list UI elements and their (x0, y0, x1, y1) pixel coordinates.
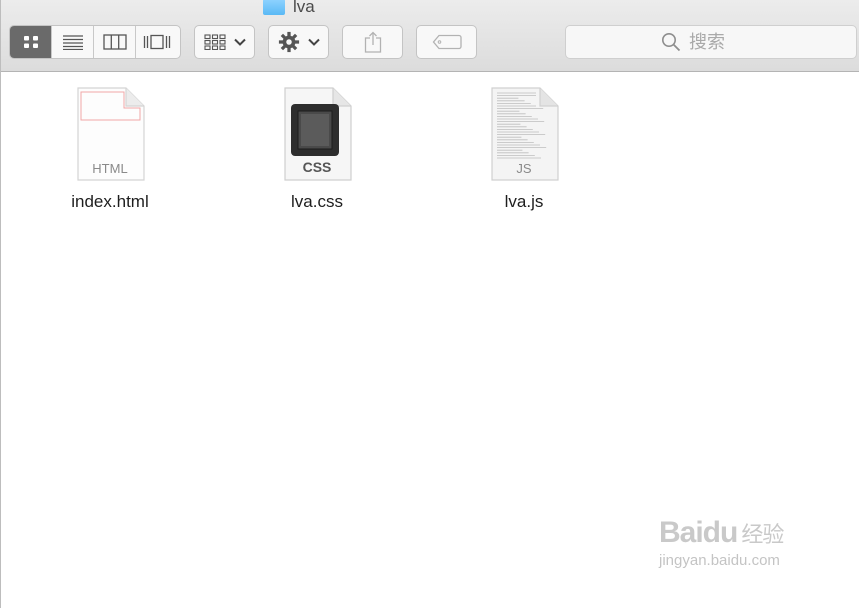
search-field[interactable] (565, 25, 857, 59)
tag-button[interactable] (416, 25, 477, 59)
icon-view-icon (23, 36, 38, 48)
watermark-url: jingyan.baidu.com (659, 552, 780, 569)
file-kind-label: HTML (92, 161, 128, 176)
cover-flow-view-button[interactable] (136, 26, 178, 58)
watermark: Baidu 经验 jingyan.baidu.com (659, 516, 784, 569)
file-name: index.html (71, 192, 149, 211)
cover-flow-icon (143, 34, 171, 50)
file-item-lva-js[interactable]: JS lva.js (454, 86, 594, 212)
chevron-down-icon (307, 38, 320, 46)
js-file-icon: JS (488, 86, 560, 182)
grid-arrange-icon (203, 34, 226, 50)
arrange-button[interactable] (194, 25, 255, 59)
gear-icon (278, 31, 299, 53)
folder-icon (263, 0, 285, 15)
chevron-down-icon (233, 38, 246, 46)
search-input[interactable] (687, 30, 761, 54)
search-icon (662, 33, 681, 52)
icon-view-button[interactable] (10, 26, 52, 58)
css-file-icon: CSS (281, 86, 353, 182)
watermark-brand: Baidu 经验 (659, 516, 784, 550)
watermark-brand-main: Baidu (659, 516, 738, 549)
window-title-text: lva (293, 0, 315, 16)
toolbar: lva (1, 0, 859, 72)
watermark-brand-suffix: 经验 (741, 522, 784, 547)
action-button[interactable] (268, 25, 329, 59)
window-title: lva (263, 0, 315, 17)
share-icon (364, 31, 381, 53)
file-item-index-html[interactable]: HTML index.html (40, 86, 180, 212)
tag-icon (432, 34, 462, 50)
finder-window: lva 搜索 HTML index.html CSS lva.css JS lv… (0, 0, 859, 608)
html-file-icon: HTML (74, 86, 146, 182)
file-kind-label: CSS (302, 159, 332, 175)
list-view-icon (62, 35, 83, 50)
column-view-icon (102, 34, 127, 50)
file-item-lva-css[interactable]: CSS lva.css (247, 86, 387, 212)
file-name: lva.js (504, 192, 544, 211)
list-view-button[interactable] (52, 26, 94, 58)
file-kind-label: JS (516, 161, 532, 176)
file-name: lva.css (291, 192, 343, 211)
view-mode-control (9, 25, 181, 59)
column-view-button[interactable] (94, 26, 136, 58)
share-button[interactable] (342, 25, 403, 59)
